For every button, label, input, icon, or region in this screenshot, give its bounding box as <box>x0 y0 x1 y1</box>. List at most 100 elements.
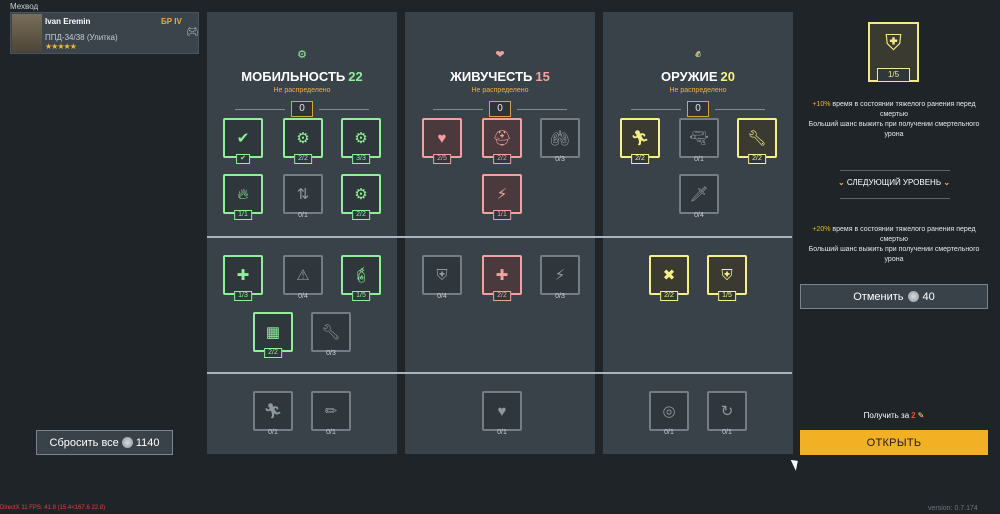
survival-unallocated: 0 <box>489 101 511 117</box>
next-level-header: ⌄ СЛЕДУЮЩИЙ УРОВЕНЬ ⌄ <box>837 178 951 187</box>
skill-count: 2/2 <box>493 154 511 164</box>
sprint-icon: 🏃︎ <box>263 403 283 420</box>
soldier-dodge-icon: 🏃︎ <box>630 130 650 147</box>
skill-count: 1/3 <box>234 291 252 301</box>
mobility-skill-9[interactable]: 🧯︎ 1/5 <box>341 255 381 301</box>
mobility-skill-10[interactable]: ▦︎ 2/2 <box>253 312 293 358</box>
skill-count: 0/1 <box>722 429 732 436</box>
next-level-desc: +20% время в состоянии тяжелого ранения … <box>808 226 980 263</box>
mobility-panel: ⚙︎ МОБИЛЬНОСТЬ 22 Не распределено 0 <box>207 12 397 454</box>
skill-count: 2/2 <box>294 154 312 164</box>
fist-icon: ✊︎ <box>694 48 702 60</box>
version-label: version: 0.7.174 <box>928 505 978 512</box>
lightning-up-icon: ⚡︎ <box>554 267 566 284</box>
tier-divider-2 <box>207 372 792 374</box>
weapon-skill-8[interactable]: ↻︎ 0/1 <box>707 391 747 436</box>
skill-count: 0/1 <box>664 429 674 436</box>
skill-count: 0/4 <box>298 293 308 300</box>
chevron-down-icon: ⌄ <box>943 178 951 187</box>
weapon-unallocated: 0 <box>687 101 709 117</box>
climb-icon: ⚠︎ <box>296 267 310 284</box>
skill-count: 0/4 <box>694 212 704 219</box>
skill-count: 2/2 <box>631 154 649 164</box>
mobility-skill-11[interactable]: 🔧︎ 0/3 <box>311 312 351 357</box>
skill-count: 0/1 <box>694 156 704 163</box>
weapon-panel: ✊︎ ОРУЖИЕ 20 Не распределено 0 <box>603 12 793 454</box>
engine-icon: ⚙︎ <box>354 130 368 147</box>
avatar <box>12 14 42 52</box>
weapon-subtitle: Не распределено <box>669 87 727 94</box>
top-label: Мехвод <box>10 2 39 11</box>
tier-divider-1 <box>207 236 792 238</box>
mobility-skill-5[interactable]: ⇅︎ 0/1 <box>283 174 323 219</box>
weapon-skill-1[interactable]: 🏃︎ 2/2 <box>620 118 660 164</box>
skill-count: 3/3 <box>352 154 370 164</box>
survival-skill-3[interactable]: 🫁︎ 0/3 <box>540 118 580 163</box>
receive-cost: Получить за 2 ✎︎ <box>863 411 925 420</box>
lungs-icon: 🫁︎ <box>550 130 570 147</box>
survival-skill-1[interactable]: ♥︎ 2/5 <box>422 118 462 164</box>
survival-skill-2[interactable]: ⛑︎ 2/2 <box>482 118 522 164</box>
reset-all-button[interactable]: Сбросить все 1140 <box>36 430 173 455</box>
wrench-icon: 🔧︎ <box>321 324 341 341</box>
mouse-cursor-icon <box>790 457 802 471</box>
skill-count: 1/5 <box>352 291 370 301</box>
shield-icon: ⛨︎ <box>436 266 448 284</box>
gamepad-icon[interactable]: 🎮︎ <box>186 27 199 38</box>
weapon-skill-4[interactable]: 🗡︎ 0/4 <box>679 174 719 219</box>
mobility-skill-6[interactable]: ⚙︎ 2/2 <box>341 174 381 220</box>
skill-count: 1/5 <box>718 291 736 301</box>
weapon-skill-2[interactable]: 🔫︎ 0/1 <box>679 118 719 163</box>
coin-icon <box>121 437 133 448</box>
chevron-down-icon: ⌄ <box>837 178 845 187</box>
crew-vehicle: ППД-34/38 (Улитка) <box>45 33 118 42</box>
mobility-skill-8[interactable]: ⚠︎ 0/4 <box>283 255 323 300</box>
debug-fps: DirectX 11 FPS: 41.8 (15.4<167.6 22.8) <box>0 505 106 511</box>
skill-count: 0/1 <box>298 212 308 219</box>
mobility-skill-13[interactable]: ✏︎ 0/1 <box>311 391 351 436</box>
mobility-skill-3[interactable]: ⚙︎ 3/3 <box>341 118 381 164</box>
coin-icon <box>907 291 919 302</box>
weapon-skill-5[interactable]: ✖︎ 2/2 <box>649 255 689 301</box>
pistol-icon: 🔫︎ <box>689 130 709 147</box>
weapon-skill-7[interactable]: ◎︎ 0/1 <box>649 391 689 436</box>
selected-skill-count: 1/5 <box>877 68 910 82</box>
mobility-skill-1[interactable]: ✔︎ ✔ <box>223 118 263 164</box>
mobility-skill-2[interactable]: ⚙︎ 2/2 <box>283 118 323 164</box>
pen-arrow-icon: ✏︎ <box>324 403 338 420</box>
seat-adjust-icon: ⇅︎ <box>296 186 310 203</box>
crew-card[interactable]: Ivan Eremin БР IV ППД-34/38 (Улитка) ★★★… <box>10 12 199 54</box>
crew-rank: БР IV <box>161 17 182 26</box>
skill-count: 2/2 <box>264 348 282 358</box>
mobility-unallocated: 0 <box>291 101 313 117</box>
heart-icon: ❤︎ <box>495 49 505 61</box>
survival-skill-6[interactable]: ✚︎ 2/2 <box>482 255 522 301</box>
first-aid-icon: ✚︎ <box>236 267 250 284</box>
skill-count: 2/5 <box>433 154 451 164</box>
weapon-skill-3[interactable]: 🔧︎ 2/2 <box>737 118 777 164</box>
gearbox-icon: ▦︎ <box>265 324 281 341</box>
cancel-button[interactable]: Отменить 40 <box>800 284 988 309</box>
mobility-skill-7[interactable]: ✚︎ 1/3 <box>223 255 263 301</box>
skill-count: 0/1 <box>268 429 278 436</box>
skill-count: 1/1 <box>234 210 252 220</box>
helmet-icon: ⛑︎ <box>492 130 512 147</box>
open-button[interactable]: ОТКРЫТЬ <box>800 430 988 455</box>
survival-skill-7[interactable]: ⚡︎ 0/3 <box>540 255 580 300</box>
survival-skill-8[interactable]: ♥︎ 0/1 <box>482 391 522 436</box>
survival-title: ЖИВУЧЕСТЬ 15 <box>450 69 550 84</box>
survival-skill-5[interactable]: ⛨︎ 0/4 <box>422 255 462 300</box>
skill-count: ✔ <box>236 154 250 164</box>
weapon-skill-6[interactable]: ⛨︎ 1/5 <box>707 255 747 301</box>
survival-skill-4[interactable]: ⚡︎ 1/1 <box>482 174 522 220</box>
reload-icon: ↻︎ <box>720 403 734 420</box>
weapon-title: ОРУЖИЕ 20 <box>661 69 735 84</box>
ticket-icon: ✎︎ <box>917 411 925 420</box>
heart-cycle-icon: ♥︎ <box>437 129 447 147</box>
skill-count: 0/1 <box>326 429 336 436</box>
mobility-skill-4[interactable]: 🔥︎ 1/1 <box>223 174 263 220</box>
knife-icon: 🗡︎ <box>689 186 709 203</box>
wrench-plus-icon: 🔧︎ <box>747 130 767 147</box>
skill-count: 0/4 <box>437 293 447 300</box>
mobility-skill-12[interactable]: 🏃︎ 0/1 <box>253 391 293 436</box>
